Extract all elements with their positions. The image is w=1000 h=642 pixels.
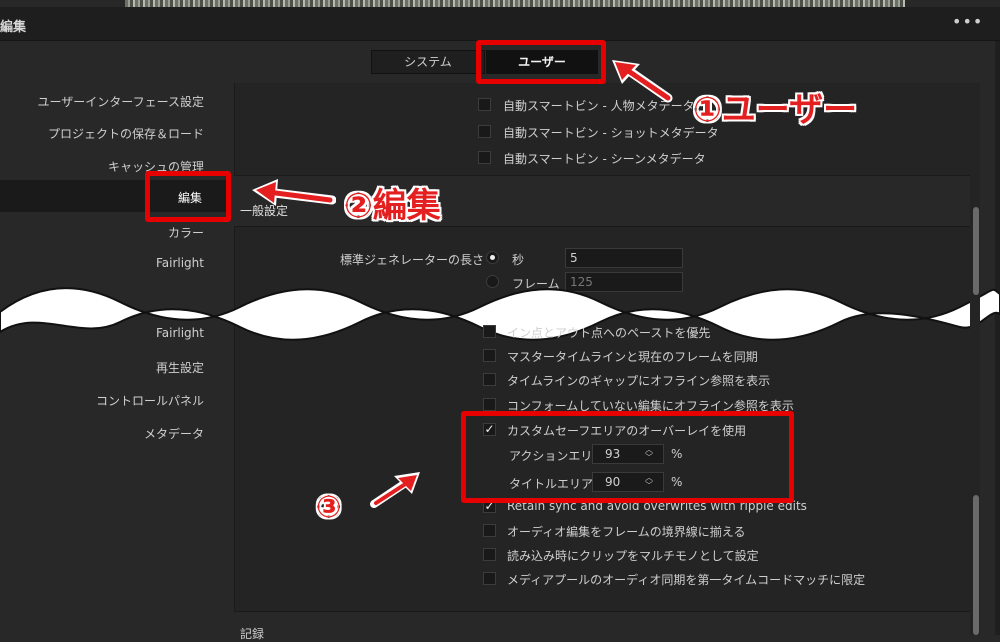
background-photo-strip	[125, 0, 905, 7]
radio-seconds[interactable]	[486, 251, 499, 264]
checkbox-smartbin-people[interactable]	[478, 98, 491, 111]
checkbox-offline-unconformed[interactable]	[483, 398, 496, 411]
checkbox-offline-gaps[interactable]	[483, 373, 496, 386]
window-titlebar	[0, 7, 1000, 41]
sidebar-item-metadata[interactable]: メタデータ	[144, 425, 204, 442]
section-title-partial: 記録	[240, 627, 265, 641]
highlight-box-safe-area	[461, 411, 794, 503]
arrow-icon	[370, 472, 420, 508]
annotation-step1: ①ユーザー	[693, 90, 858, 130]
tab-system[interactable]: システム	[371, 50, 485, 74]
checkbox-label: オーディオ編集をフレームの境界線に揃える	[507, 525, 746, 539]
sidebar-item-color[interactable]: カラー	[168, 224, 204, 241]
scrollbar-thumb-lower[interactable]	[973, 495, 979, 635]
sidebar-item-control-panels[interactable]: コントロールパネル	[96, 392, 204, 409]
checkbox-paste-inout[interactable]	[483, 325, 496, 338]
checkbox-label: マスタータイムラインと現在のフレームを同期	[507, 350, 758, 364]
checkbox-label: 読み込み時にクリップをマルチモノとして設定	[507, 549, 759, 563]
sidebar-item-fairlight[interactable]: Fairlight	[156, 256, 204, 270]
checkbox-label: タイムラインのギャップにオフライン参照を表示	[507, 374, 771, 388]
checkbox-label: メディアプールのオーディオ同期を第一タイムコードマッチに限定	[507, 573, 866, 587]
checkbox-sync-master[interactable]	[483, 349, 496, 362]
annotation-step2: ②編集	[344, 186, 441, 226]
checkbox-smartbin-shot[interactable]	[478, 125, 491, 138]
highlight-box-edit	[145, 171, 231, 222]
checkbox-smartbin-scene[interactable]	[478, 151, 491, 164]
checkbox-multimono[interactable]	[483, 548, 496, 561]
checkbox-audio-sync-timecode[interactable]	[483, 572, 496, 585]
checkbox-label: 自動スマートビン - シーンメタデータ	[503, 152, 706, 166]
arrow-icon	[252, 179, 336, 206]
generator-length-label: 標準ジェネレーターの長さ	[340, 253, 485, 267]
highlight-box-user-tab	[476, 40, 606, 84]
sidebar-item-project-save-load[interactable]: プロジェクトの保存＆ロード	[48, 125, 204, 142]
sidebar-item-ui-settings[interactable]: ユーザーインターフェース設定	[38, 93, 204, 110]
screenshot-cut-wave	[0, 287, 1000, 341]
seconds-input[interactable]: 5	[565, 248, 683, 268]
checkbox-label: 自動スマートビン - ショットメタデータ	[503, 126, 719, 140]
checkbox-audio-frame-boundary[interactable]	[483, 524, 496, 537]
radio-seconds-label: 秒	[512, 253, 525, 267]
checkbox-label: イン点とアウト点へのペーストを優先	[507, 326, 711, 340]
arrow-icon	[612, 60, 673, 103]
scrollbar-thumb[interactable]	[973, 207, 979, 295]
window-title: 編集	[0, 20, 27, 35]
annotation-step3: ③	[316, 490, 342, 525]
more-options-icon[interactable]: •••	[952, 12, 983, 31]
sidebar-item-playback[interactable]: 再生設定	[156, 359, 204, 376]
